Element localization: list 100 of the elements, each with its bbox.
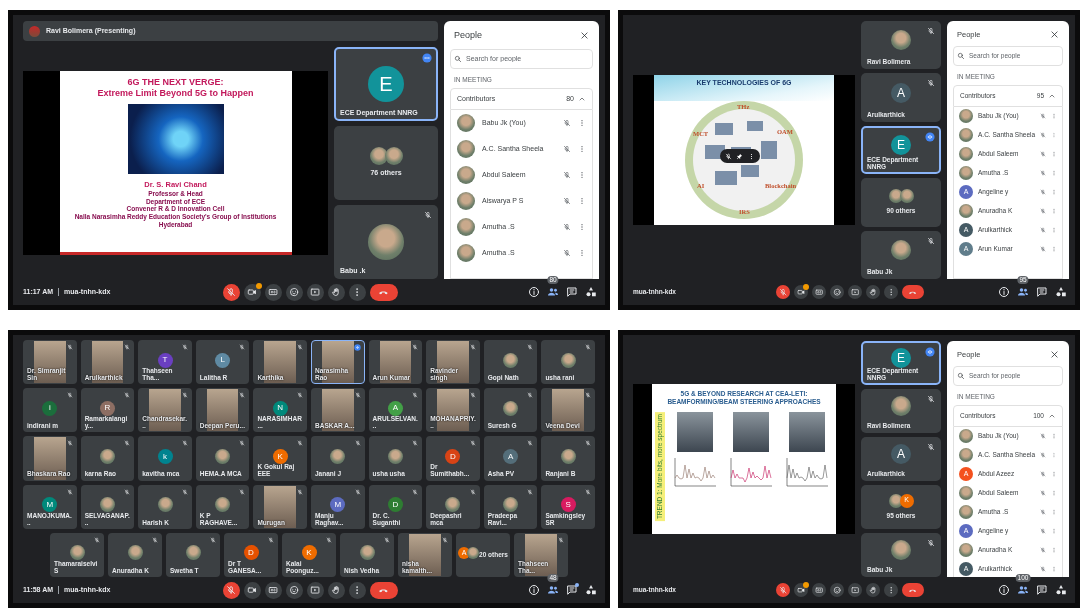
present-button[interactable] — [848, 583, 862, 597]
diagram-image — [715, 171, 737, 185]
avatar-placeholder — [445, 497, 461, 513]
close-button[interactable] — [1050, 30, 1059, 40]
camera-icon — [796, 287, 806, 297]
camera-button[interactable] — [794, 583, 808, 597]
avatar-placeholder — [467, 547, 480, 560]
mic-off-icon — [1040, 433, 1046, 439]
mic-off-icon — [1040, 113, 1046, 119]
hand-button[interactable] — [327, 581, 345, 599]
end-call-button[interactable] — [369, 581, 398, 599]
avatar-placeholder — [891, 30, 911, 51]
more-button[interactable] — [884, 285, 898, 299]
present-button[interactable] — [306, 581, 324, 599]
avatar: M — [330, 497, 346, 513]
avatar-placeholder — [69, 545, 85, 561]
search-icon — [454, 54, 462, 63]
emoji-button[interactable] — [830, 583, 844, 597]
captions-button[interactable] — [264, 581, 282, 599]
activities-button[interactable] — [1055, 584, 1067, 596]
avatar-placeholder — [457, 140, 475, 159]
captions-icon — [267, 286, 279, 298]
more-button[interactable] — [348, 581, 366, 599]
camera-icon — [246, 286, 258, 298]
mic-off-icon — [563, 249, 571, 258]
chat-button[interactable] — [1036, 286, 1048, 298]
activities-button[interactable] — [585, 286, 597, 298]
mic-off-icon — [1040, 208, 1046, 214]
mic-button[interactable] — [222, 283, 240, 301]
avatar: k — [157, 449, 173, 464]
avatar-placeholder — [185, 545, 201, 561]
avatar: i — [42, 400, 58, 416]
captions-button[interactable] — [264, 283, 282, 301]
hand-button[interactable] — [866, 583, 880, 597]
captions-button[interactable] — [812, 583, 826, 597]
hand-button[interactable] — [866, 285, 880, 299]
avatar-placeholder — [959, 128, 973, 142]
chat-button[interactable] — [566, 584, 578, 596]
avatar-placeholder — [959, 109, 973, 123]
info-icon — [528, 584, 540, 596]
info-button[interactable] — [998, 286, 1010, 298]
avatar-placeholder — [560, 449, 576, 464]
avatar-placeholder — [959, 147, 973, 161]
camera-button[interactable] — [243, 581, 261, 599]
activities-button[interactable] — [585, 584, 597, 596]
mic-off-icon — [563, 145, 571, 154]
captions-icon — [814, 585, 824, 595]
present-button[interactable] — [848, 285, 862, 299]
present-button[interactable] — [306, 283, 324, 301]
end-call-button[interactable] — [902, 285, 924, 299]
avatar: D — [243, 545, 259, 561]
slide-title: Extreme Limit Beyond 5G to Happen — [97, 87, 254, 99]
info-button[interactable] — [528, 286, 540, 298]
avatar-placeholder — [369, 147, 388, 166]
chart-drawing — [729, 455, 773, 488]
mic-off-icon — [563, 171, 571, 180]
chat-button[interactable] — [1036, 584, 1048, 596]
captions-button[interactable] — [812, 285, 826, 299]
info-icon — [998, 584, 1010, 596]
avatar: S — [560, 497, 576, 513]
avatar-placeholder — [891, 540, 911, 560]
mic-button[interactable] — [776, 285, 790, 299]
hand-button[interactable] — [327, 283, 345, 301]
avatar-placeholder — [959, 429, 973, 443]
info-button[interactable] — [998, 584, 1010, 596]
emoji-button[interactable] — [830, 285, 844, 299]
mic-button[interactable] — [222, 581, 240, 599]
avatar: E — [891, 348, 911, 368]
camera-button[interactable] — [243, 283, 261, 301]
mic-off-icon — [1040, 246, 1046, 252]
end-call-button[interactable] — [902, 583, 924, 597]
emoji-icon — [288, 584, 300, 596]
search-icon — [957, 52, 965, 61]
people-icon — [547, 584, 559, 596]
pin-icon[interactable] — [736, 152, 744, 160]
shapes-icon — [585, 584, 597, 596]
end-call-button[interactable] — [369, 283, 398, 301]
emoji-button[interactable] — [285, 581, 303, 599]
activities-button[interactable] — [1055, 286, 1067, 298]
mic-off-icon — [778, 287, 788, 297]
emoji-button[interactable] — [285, 283, 303, 301]
avatar: N — [272, 400, 288, 416]
mic-off-icon[interactable] — [725, 152, 733, 160]
chat-button[interactable] — [566, 286, 578, 298]
avatar-placeholder — [457, 114, 475, 133]
present-icon — [850, 287, 860, 297]
more-button[interactable] — [348, 283, 366, 301]
avatar-placeholder — [330, 449, 346, 464]
mic-button[interactable] — [776, 583, 790, 597]
avatar-placeholder — [127, 545, 143, 561]
avatar-placeholder — [457, 192, 475, 211]
mic-off-icon — [1040, 547, 1046, 553]
info-button[interactable] — [528, 584, 540, 596]
more-button[interactable] — [884, 583, 898, 597]
camera-button[interactable] — [794, 285, 808, 299]
close-button[interactable] — [580, 31, 589, 41]
chart-drawing — [785, 455, 829, 488]
mic-off-icon — [778, 585, 788, 595]
close-button[interactable] — [1050, 350, 1059, 360]
avatar: E — [891, 135, 911, 155]
